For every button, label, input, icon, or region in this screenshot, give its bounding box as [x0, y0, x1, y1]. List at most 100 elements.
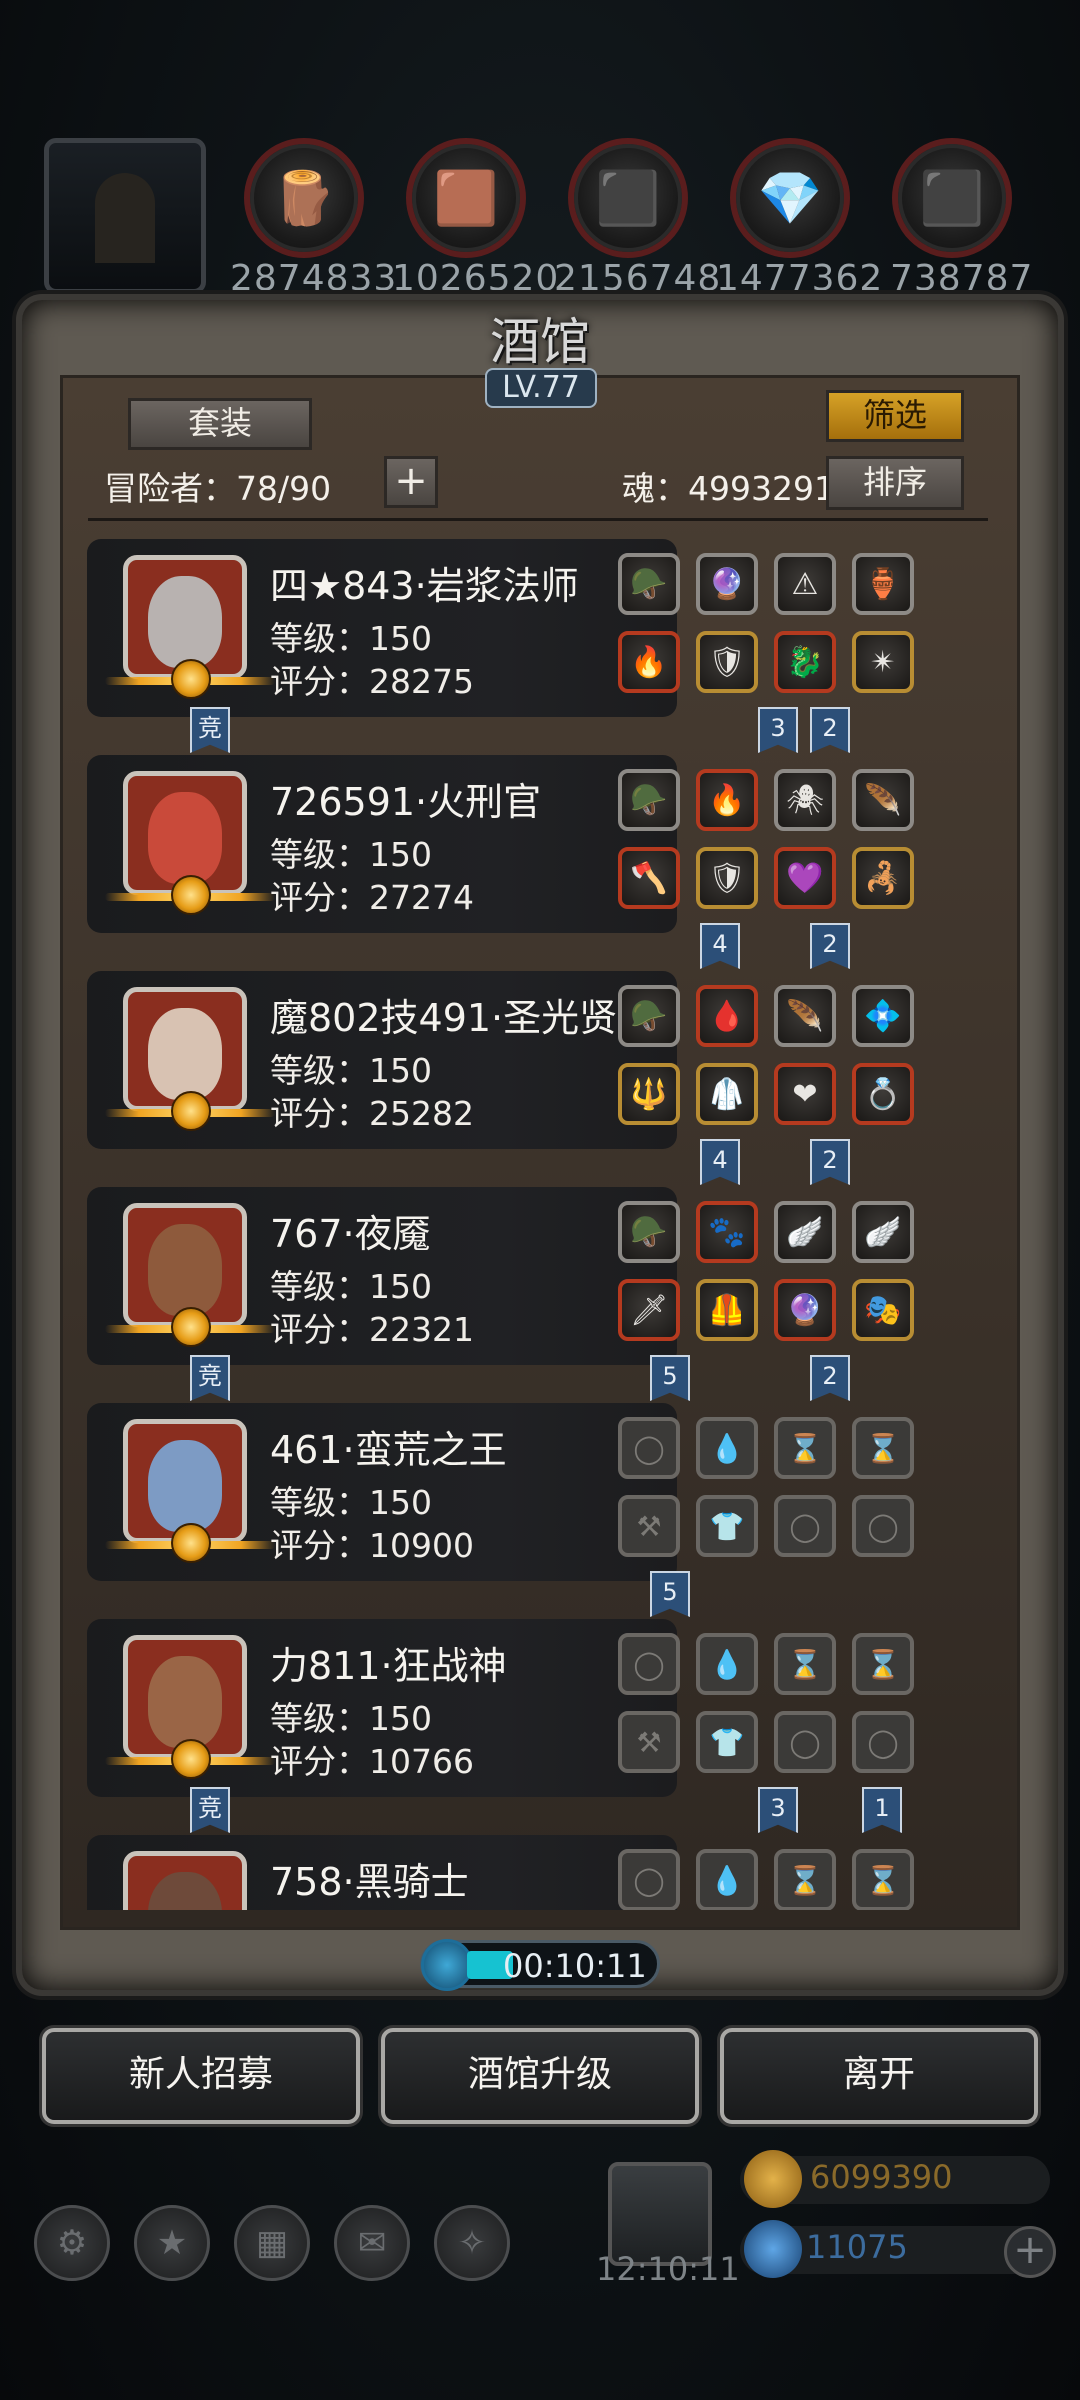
set-button[interactable]: 套装 — [128, 398, 312, 450]
equipment-slot-icon[interactable]: 🪖 — [618, 553, 680, 615]
mail-icon[interactable]: ✉ — [334, 2205, 410, 2281]
tavern-upgrade-button[interactable]: 酒馆升级 — [381, 2028, 699, 2124]
equipment-slot-icon[interactable]: ◯ — [852, 1495, 914, 1557]
equipment-slot-icon[interactable]: 🐉 — [774, 631, 836, 693]
equipment-slot-icon[interactable]: 🪽 — [852, 1201, 914, 1263]
equipment-slot-icon[interactable]: 🪖 — [618, 985, 680, 1047]
equipment-slot-icon[interactable]: 🪶 — [852, 769, 914, 831]
equipment-slot-icon[interactable]: ❤ — [774, 1063, 836, 1125]
gem-icon — [744, 2220, 802, 2278]
tavern-thumbnail[interactable] — [44, 138, 206, 294]
equipment-slot-icon[interactable]: 🔥 — [696, 769, 758, 831]
equipment-slot-icon[interactable]: 🎭 — [852, 1279, 914, 1341]
equipment-slot-icon[interactable]: 🪶 — [774, 985, 836, 1047]
equipment-slot-icon[interactable]: ◯ — [774, 1495, 836, 1557]
equipment-slot-icon[interactable]: ⌛ — [852, 1633, 914, 1695]
equipment-slot-icon[interactable]: 🔮 — [696, 553, 758, 615]
equipment-slot-icon[interactable]: ⌛ — [852, 1849, 914, 1910]
settings-gear-icon[interactable]: ⚙ — [34, 2205, 110, 2281]
clock-icon — [421, 1939, 473, 1991]
sort-button[interactable]: 排序 — [826, 456, 964, 510]
hero-level: 等级：150 — [270, 1267, 432, 1306]
equipment-slot-icon[interactable]: 🥼 — [696, 1063, 758, 1125]
equipment-slot-icon[interactable]: 🪽 — [774, 1201, 836, 1263]
equipment-slot-icon[interactable]: 💧 — [696, 1633, 758, 1695]
hero-name: 726591·火刑官 — [270, 780, 542, 824]
equipment-slot-icon[interactable]: 🐾 — [696, 1201, 758, 1263]
resource-wood-icon[interactable]: 🪵 — [244, 138, 364, 258]
equipment-slot-icon[interactable]: 🪖 — [618, 769, 680, 831]
equipment-slot-icon[interactable]: ◯ — [774, 1711, 836, 1773]
equipment-slot-icon[interactable]: 🔱 — [618, 1063, 680, 1125]
equipment-slot-icon[interactable]: 💍 — [852, 1063, 914, 1125]
resource-crystal-icon[interactable]: 💎 — [730, 138, 850, 258]
equipment-slot-icon[interactable]: ⌛ — [852, 1417, 914, 1479]
star-icon[interactable]: ★ — [134, 2205, 210, 2281]
equipment-slot-icon[interactable]: ✴ — [852, 631, 914, 693]
equipment-slot-icon[interactable]: 👕 — [696, 1495, 758, 1557]
filter-button[interactable]: 筛选 — [826, 390, 964, 442]
equipment-slot-icon[interactable]: 🦺 — [696, 1279, 758, 1341]
bookshelf-icon[interactable]: ▦ — [234, 2205, 310, 2281]
equipment-slot-icon[interactable]: ⌛ — [774, 1417, 836, 1479]
equipment-slot-icon[interactable]: ⚠ — [774, 553, 836, 615]
hero-rank-wing-icon — [105, 659, 275, 699]
resource-plank-icon[interactable]: 🟫 — [406, 138, 526, 258]
equipment-slot-icon[interactable]: ◯ — [618, 1417, 680, 1479]
hero-level: 等级：150 — [270, 1699, 432, 1738]
equipment-slot-icon[interactable]: 🏺 — [852, 553, 914, 615]
equipment-slot-icon[interactable]: 🦂 — [852, 847, 914, 909]
equipment-slot-icon[interactable]: 💜 — [774, 847, 836, 909]
hero-name: 四★843·岩浆法师 — [270, 564, 579, 608]
star-count-badge: 2 — [810, 1355, 850, 1401]
resource-iron-icon[interactable]: ⬛ — [568, 138, 688, 258]
equipment-slot-icon[interactable]: 🗡 — [618, 1279, 680, 1341]
gem-amount: 11075 — [806, 2228, 908, 2266]
equipment-slot-icon[interactable]: ⚒ — [618, 1711, 680, 1773]
hero-name: 魔802技491·圣光贤者 — [270, 996, 656, 1040]
game-clock: 12:10:11 — [596, 2250, 740, 2288]
equipment-slot-icon[interactable]: 🛡 — [696, 631, 758, 693]
equipment-slot-icon[interactable]: ◯ — [852, 1711, 914, 1773]
star-count-badge: 5 — [650, 1571, 690, 1617]
equipment-slot-icon[interactable]: 🪖 — [618, 1201, 680, 1263]
equipment-slot-icon[interactable]: 🕷 — [774, 769, 836, 831]
timer-text: 00:10:11 — [503, 1947, 647, 1985]
arena-badge: 竞 — [190, 1787, 230, 1833]
equipment-slot-icon[interactable]: 🔥 — [618, 631, 680, 693]
equipment-slot-icon[interactable]: 🔮 — [774, 1279, 836, 1341]
hero-score: 评分：25282 — [270, 1094, 474, 1133]
equipment-slot-icon[interactable]: 👕 — [696, 1711, 758, 1773]
equipment-slot-icon[interactable]: 💠 — [852, 985, 914, 1047]
equipment-slot-icon[interactable]: ⌛ — [774, 1849, 836, 1910]
hero-score: 评分：10766 — [270, 1742, 474, 1781]
equipment-slot-icon[interactable]: ⌛ — [774, 1633, 836, 1695]
hero-rank-wing-icon — [105, 1739, 275, 1779]
recruit-button[interactable]: 新人招募 — [42, 2028, 360, 2124]
tavern-level-badge: LV.77 — [485, 368, 597, 408]
hero-rank-wing-icon — [105, 1307, 275, 1347]
equipment-slot-icon[interactable]: 🪓 — [618, 847, 680, 909]
star-count-badge: 2 — [810, 923, 850, 969]
equipment-slot-icon[interactable]: 🛡 — [696, 847, 758, 909]
resource-stone-icon[interactable]: ⬛ — [892, 138, 1012, 258]
arena-badge: 竞 — [190, 1355, 230, 1401]
star-count-badge: 2 — [810, 707, 850, 753]
equipment-slot-icon[interactable]: ◯ — [618, 1633, 680, 1695]
star-count-badge: 4 — [700, 923, 740, 969]
hero-portrait[interactable] — [123, 1851, 247, 1910]
add-adventurer-button[interactable]: + — [384, 456, 438, 508]
page-title: 酒馆 — [490, 313, 590, 371]
hero-list[interactable]: 四★843·岩浆法师 等级：150 评分：28275 🪖 🔮 ⚠ 🏺 🔥 🛡 🐉 ✴ 竞 3 2 72659… — [45, 515, 1035, 1910]
equipment-slot-icon[interactable]: 💧 — [696, 1849, 758, 1910]
leave-button[interactable]: 离开 — [720, 2028, 1038, 2124]
equipment-slot-icon[interactable]: ⚒ — [618, 1495, 680, 1557]
star-count-badge: 2 — [810, 1139, 850, 1185]
compass-icon[interactable]: ✧ — [434, 2205, 510, 2281]
hero-score: 评分：28275 — [270, 662, 474, 701]
add-currency-button[interactable]: + — [1004, 2226, 1056, 2278]
equipment-slot-icon[interactable]: ◯ — [618, 1849, 680, 1910]
star-count-badge: 4 — [700, 1139, 740, 1185]
equipment-slot-icon[interactable]: 💧 — [696, 1417, 758, 1479]
equipment-slot-icon[interactable]: 🩸 — [696, 985, 758, 1047]
